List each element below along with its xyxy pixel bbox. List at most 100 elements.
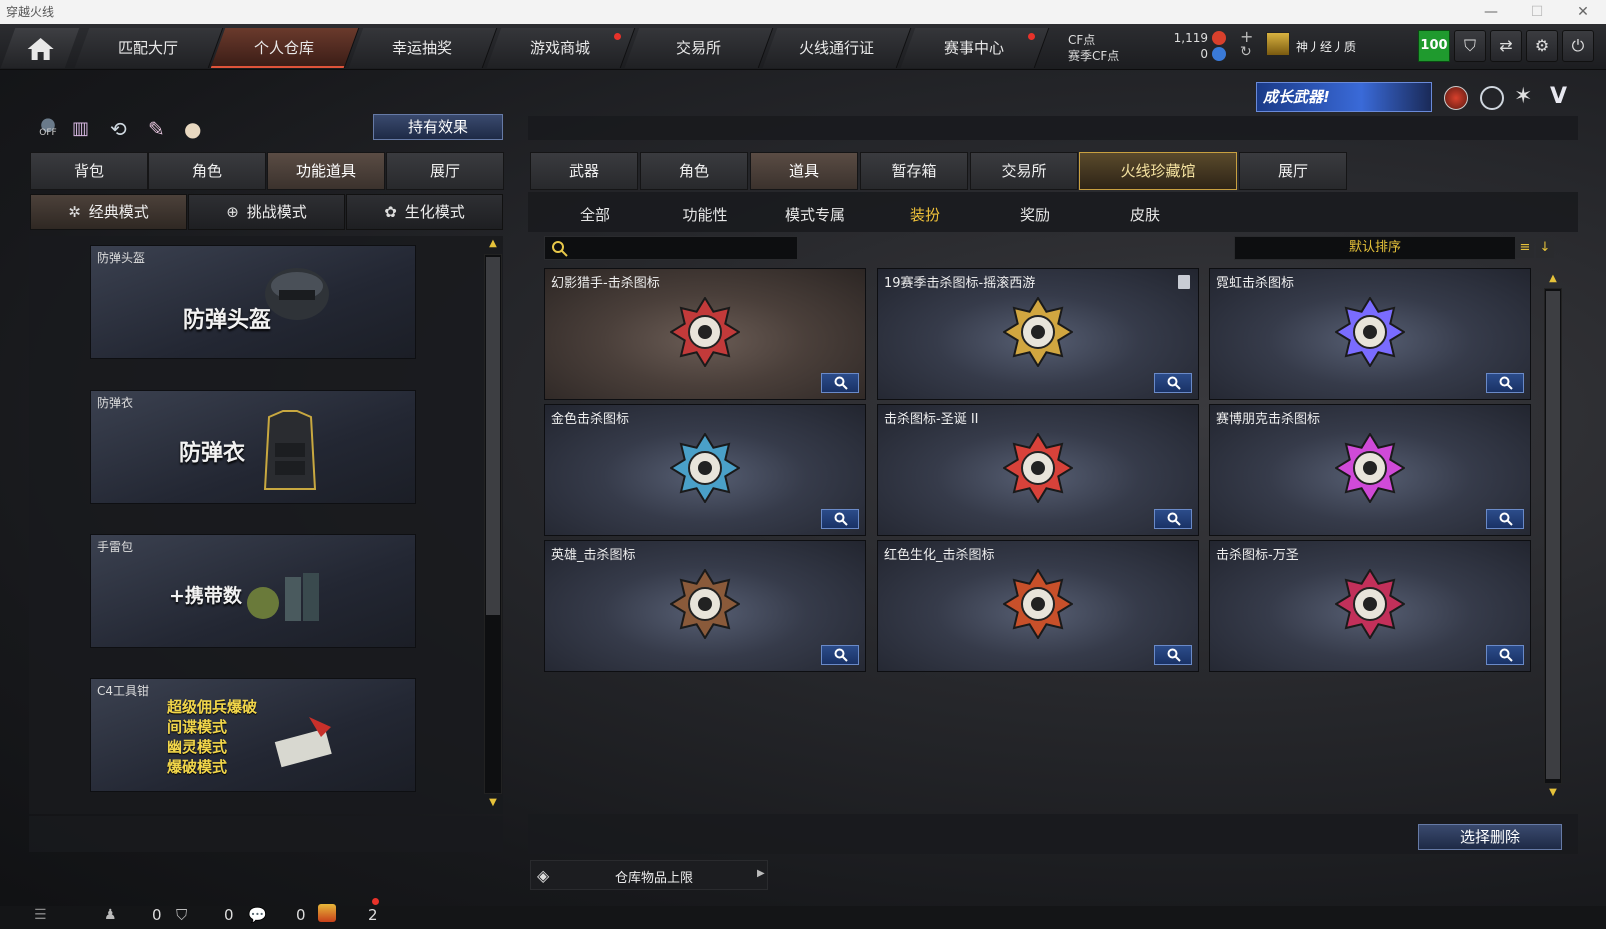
menu-list-icon[interactable]: ☰ [34,907,47,923]
left-footer-bar [29,816,503,852]
subtab-5[interactable]: 奖励 [980,200,1090,230]
globe-icon[interactable] [1480,86,1504,110]
left-tab-3[interactable]: 功能道具 [267,152,385,190]
cards-scroll-down-arrow[interactable]: ▼ [1544,786,1562,800]
subtab-3[interactable]: 模式专属 [760,200,870,230]
select-delete-button[interactable]: 选择删除 [1418,824,1562,850]
nav-tab-1[interactable]: 匹配大厅 [74,28,224,68]
switch-button[interactable]: ⇄ [1490,30,1522,62]
held-effects-button[interactable]: 持有效果 [373,114,503,140]
left-tab-2[interactable]: 角色 [148,152,266,190]
subtab-6[interactable]: 皮肤 [1090,200,1200,230]
settings-button[interactable]: ⚙ [1526,30,1558,62]
kill-icon-card[interactable]: 英雄_击杀图标 [544,540,866,672]
magnifier-icon [1167,512,1181,526]
zoom-button[interactable] [1486,645,1524,665]
scroll-thumb[interactable] [486,257,500,615]
right-tab-5[interactable]: 交易所 [970,152,1078,190]
scroll-up-arrow[interactable]: ▲ [484,237,502,251]
kill-icon-card[interactable]: 19赛季击杀图标-摇滚西游 [877,268,1199,400]
toggle-off-icon[interactable]: OFF [34,118,62,142]
expand-arrow-icon[interactable]: ▶ [757,868,765,879]
nav-tab-7[interactable]: 赛事中心 [900,28,1050,68]
card-label: 19赛季击杀图标-摇滚西游 [884,276,1036,291]
stats-icon[interactable]: ▥ [72,118,89,139]
mode-tab-1[interactable]: ✲ 经典模式 [30,194,187,230]
grenade-icon[interactable]: ● [184,117,201,141]
kill-icon-card[interactable]: 红色生化_击杀图标 [877,540,1199,672]
mode-tab-2[interactable]: ⊕ 挑战模式 [188,194,345,230]
right-tab-6[interactable]: 火线珍藏馆 [1079,152,1237,190]
left-scrollbar[interactable] [484,254,502,794]
history-icon[interactable]: ⟲ [110,117,127,141]
zoom-button[interactable] [1154,509,1192,529]
gift-icon[interactable] [318,904,336,922]
item-card-grenade-pack[interactable]: 手雷包 +携带数 [90,534,416,648]
zoom-button[interactable] [1154,373,1192,393]
maximize-button[interactable]: ☐ [1514,0,1560,24]
cleaner-icon[interactable]: ✎ [148,117,165,141]
search-input[interactable] [573,239,793,257]
subtab-4[interactable]: 装扮 [870,200,980,230]
scroll-down-arrow[interactable]: ▼ [484,796,502,810]
kill-icon-card[interactable]: 霓虹击杀图标 [1209,268,1531,400]
nav-tab-3[interactable]: 幸运抽奖 [348,28,498,68]
minimize-button[interactable]: — [1468,0,1514,24]
zoom-button[interactable] [1486,373,1524,393]
refresh-icon[interactable]: ↻ [1240,44,1252,60]
item-card-c4-pliers[interactable]: C4工具钳 超级佣兵爆破 间谍模式 幽灵模式 爆破模式 [90,678,416,792]
shield-icon: ⛉ [1463,36,1476,55]
trash-icon[interactable] [1178,275,1190,289]
kill-icon-card[interactable]: 击杀图标-圣诞 II [877,404,1199,536]
notification-dot [614,33,621,40]
shield-button[interactable]: ⛉ [1454,30,1486,62]
subtab-2[interactable]: 功能性 [650,200,760,230]
nav-tab-2[interactable]: 个人仓库 [210,28,360,68]
zoom-button[interactable] [821,509,859,529]
chat-icon[interactable]: 💬 [248,906,267,924]
v-logo-icon[interactable]: V [1550,84,1567,109]
storage-limit-bar[interactable]: ◈ 仓库物品上限 ▶ [530,860,768,890]
list-view-icon[interactable]: ≡ [1516,238,1534,258]
right-tab-2[interactable]: 角色 [640,152,748,190]
nav-tab-5[interactable]: 交易所 [624,28,774,68]
item-card-helmet[interactable]: 防弹头盔 防弹头盔 [90,245,416,359]
item-card-vest[interactable]: 防弹衣 防弹衣 [90,390,416,504]
search-field[interactable] [544,236,798,260]
kill-icon-card[interactable]: 金色击杀图标 [544,404,866,536]
clan-shield-icon[interactable]: ⛉ [176,906,187,924]
cards-scrollbar[interactable] [1544,288,1562,784]
kill-icon-card[interactable]: 幻影猎手-击杀图标 [544,268,866,400]
item-label: C4工具钳 [97,684,150,698]
subtab-1[interactable]: 全部 [540,200,650,230]
power-button[interactable]: ⏻ [1562,30,1594,62]
magnifier-icon [1167,376,1181,390]
left-tab-4[interactable]: 展厅 [386,152,504,190]
star-icon[interactable]: ✶ [1514,84,1532,109]
nav-tab-4[interactable]: 游戏商城 [486,28,636,68]
kill-icon-card[interactable]: 击杀图标-万圣 [1209,540,1531,672]
right-tab-4[interactable]: 暂存箱 [860,152,968,190]
left-tab-1[interactable]: 背包 [30,152,148,190]
username[interactable]: 神丿经丿质 [1296,38,1356,55]
close-window-button[interactable]: ✕ [1560,0,1606,24]
zoom-button[interactable] [821,645,859,665]
cards-scroll-up-arrow[interactable]: ▲ [1544,272,1562,286]
kill-icon-card[interactable]: 赛博朋克击杀图标 [1209,404,1531,536]
badge-icon[interactable] [1444,86,1468,110]
home-icon [27,38,54,60]
right-tab-7[interactable]: 展厅 [1239,152,1347,190]
sort-dropdown[interactable]: 默认排序 [1234,236,1516,260]
zoom-button[interactable] [1486,509,1524,529]
right-tab-3[interactable]: 道具 [750,152,858,190]
growth-weapon-banner[interactable]: 成长武器! [1256,82,1432,112]
friends-icon[interactable]: ♟ [104,907,117,923]
mode-tab-3[interactable]: ✿ 生化模式 [346,194,503,230]
zoom-button[interactable] [821,373,859,393]
zoom-button[interactable] [1154,645,1192,665]
card-label: 霓虹击杀图标 [1216,276,1295,291]
scroll-thumb[interactable] [1546,291,1560,779]
sort-direction-icon[interactable]: ↓ [1536,238,1554,258]
right-tab-1[interactable]: 武器 [530,152,638,190]
nav-tab-6[interactable]: 火线通行证 [762,28,912,68]
